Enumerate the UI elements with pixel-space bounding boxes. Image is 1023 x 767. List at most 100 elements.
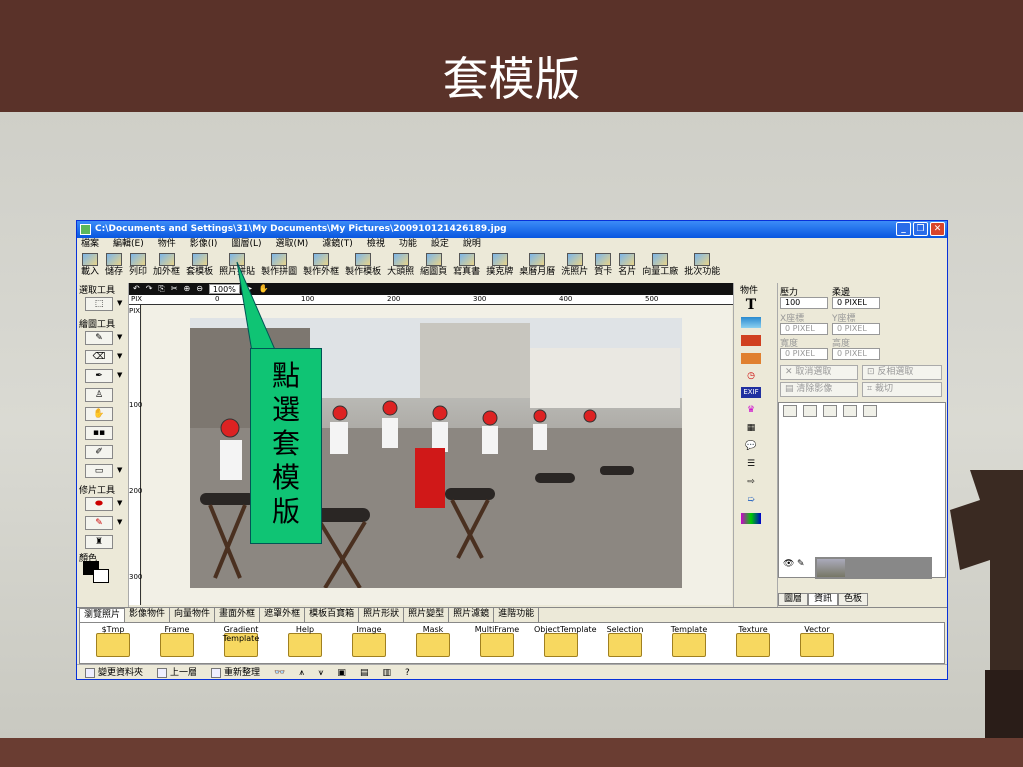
print-button[interactable]: 列印 — [129, 251, 147, 281]
refresh-button[interactable]: 重新整理 — [211, 665, 260, 679]
chevron-down-icon[interactable]: ▼ — [117, 518, 122, 526]
help-button[interactable]: ? — [405, 665, 410, 679]
folder-item[interactable]: Image — [342, 625, 396, 661]
image-canvas[interactable] — [142, 305, 732, 605]
menu-select[interactable]: 選取(M) — [275, 238, 308, 251]
thumbnail-view-icon[interactable]: ▣ — [337, 665, 346, 679]
tab-browse-photos[interactable]: 瀏覽照片 — [79, 608, 126, 622]
view-mode-icon[interactable]: 👓 — [274, 665, 285, 679]
y-coord-spinner[interactable]: 0 PIXEL — [832, 323, 880, 335]
marquee-tool[interactable]: ⬚ — [85, 297, 113, 311]
tab-photo-transform[interactable]: 照片變型 — [404, 608, 450, 622]
shape-tool[interactable]: ▭ — [85, 464, 113, 478]
tab-layers[interactable]: 圖層 — [778, 593, 809, 606]
redo-icon[interactable]: ↷ — [146, 283, 153, 295]
restore-button[interactable]: ❐ — [913, 222, 928, 236]
detail-view-icon[interactable]: ▥ — [382, 665, 391, 679]
up-level-button[interactable]: 上一層 — [157, 665, 197, 679]
menu-settings[interactable]: 設定 — [431, 238, 449, 251]
vector-factory-button[interactable]: 向量工廠 — [642, 251, 678, 281]
layer-settings-icon[interactable] — [863, 405, 877, 417]
id-photo-button[interactable]: 大頭照 — [387, 251, 414, 281]
monitor-icon[interactable] — [843, 405, 857, 417]
new-layer-icon[interactable] — [783, 405, 797, 417]
photo-book-button[interactable]: 寫真書 — [453, 251, 480, 281]
business-card-button[interactable]: 名片 — [618, 251, 636, 281]
arrow-shape-icon[interactable]: ➯ — [741, 495, 761, 506]
chevron-down-icon[interactable]: ▼ — [117, 371, 122, 379]
folder-item[interactable]: Help — [278, 625, 332, 661]
menu-help[interactable]: 說明 — [463, 238, 481, 251]
arrow-icon[interactable]: ➤ — [246, 283, 253, 295]
red-eye-tool[interactable]: ⬬ — [85, 497, 113, 511]
menu-file[interactable]: 檔案 — [81, 238, 99, 251]
menu-function[interactable]: 功能 — [399, 238, 417, 251]
retouch-brush-tool[interactable]: ✎ — [85, 516, 113, 530]
add-frame-button[interactable]: 加外框 — [153, 251, 180, 281]
zoom-in-icon[interactable]: ⊕ — [184, 283, 191, 295]
photo-collage-button[interactable]: 照片拼貼 — [219, 251, 255, 281]
tab-swatches[interactable]: 色板 — [838, 593, 869, 606]
tab-photo-filters[interactable]: 照片濾鏡 — [449, 608, 495, 622]
zoom-level[interactable]: 100% — [208, 284, 240, 294]
arrow-right-icon[interactable]: ⇨ — [741, 477, 761, 488]
pressure-spinner[interactable]: 100 — [780, 297, 828, 309]
menu-edit[interactable]: 編輯(E) — [113, 238, 144, 251]
height-spinner[interactable]: 0 PIXEL — [832, 348, 880, 360]
stamp-tool[interactable]: ♙ — [85, 388, 113, 402]
hand-tool[interactable]: ✋ — [85, 407, 113, 421]
sort-desc-icon[interactable]: ⩛ — [318, 665, 323, 679]
pattern-icon[interactable] — [741, 513, 761, 524]
menu-view[interactable]: 檢視 — [367, 238, 385, 251]
poker-card-button[interactable]: 撲克牌 — [486, 251, 513, 281]
tab-template-treasure[interactable]: 模板百寶箱 — [305, 608, 360, 622]
sort-asc-icon[interactable]: ⩚ — [299, 665, 304, 679]
layer-row[interactable] — [815, 557, 932, 579]
crop-button[interactable]: ⌗ 裁切 — [862, 382, 942, 397]
soft-edge-spinner[interactable]: 0 PIXEL — [832, 297, 880, 309]
exif-icon[interactable]: EXIF — [741, 387, 761, 398]
folder-item[interactable]: Texture — [726, 625, 780, 661]
thumbnail-page-button[interactable]: 縮圖頁 — [420, 251, 447, 281]
eyedropper-tool[interactable]: ✐ — [85, 445, 113, 459]
folder-item[interactable]: Vector — [790, 625, 844, 661]
clock-icon[interactable]: ◷ — [741, 371, 761, 382]
clone-tool[interactable]: ♜ — [85, 535, 113, 549]
dots-tool[interactable]: ▪▪ — [85, 426, 113, 440]
close-button[interactable]: ✕ — [930, 222, 945, 236]
fill-object-icon[interactable] — [741, 335, 761, 346]
folder-item[interactable]: Frame — [150, 625, 204, 661]
folder-item[interactable]: $Tmp — [86, 625, 140, 661]
background-color-swatch[interactable] — [93, 569, 109, 583]
greeting-card-button[interactable]: 賀卡 — [594, 251, 612, 281]
folder-item[interactable]: Mask — [406, 625, 460, 661]
menu-object[interactable]: 物件 — [158, 238, 176, 251]
width-spinner[interactable]: 0 PIXEL — [780, 348, 828, 360]
folder-item[interactable]: ObjectTemplate — [534, 625, 597, 661]
make-template-button[interactable]: 製作模板 — [345, 251, 381, 281]
tab-info[interactable]: 資訊 — [808, 593, 839, 606]
batch-button[interactable]: 批次功能 — [684, 251, 720, 281]
chevron-down-icon[interactable]: ▼ — [117, 299, 122, 307]
calendar-button[interactable]: 桌曆月曆 — [519, 251, 555, 281]
folder-item[interactable]: Template — [662, 625, 716, 661]
folder-item[interactable]: Gradient Template — [214, 625, 268, 661]
tab-screen-frames[interactable]: 畫面外框 — [215, 608, 261, 622]
undo-icon[interactable]: ↶ — [133, 283, 140, 295]
eraser-tool[interactable]: ⌫ — [85, 350, 113, 364]
eye-icon[interactable]: 👁 — [783, 559, 794, 569]
menu-image[interactable]: 影像(I) — [190, 238, 218, 251]
x-coord-spinner[interactable]: 0 PIXEL — [780, 323, 828, 335]
minimize-button[interactable]: _ — [896, 222, 911, 236]
chevron-down-icon[interactable]: ▼ — [117, 352, 122, 360]
speech-bubble-icon[interactable]: 💬 — [741, 441, 761, 452]
zoom-out-icon[interactable]: ⊖ — [196, 283, 203, 295]
menu-layer[interactable]: 圖層(L) — [231, 238, 261, 251]
tab-vector-objects[interactable]: 向量物件 — [170, 608, 216, 622]
hand-icon[interactable]: ✋ — [259, 283, 269, 295]
table-icon[interactable]: ▦ — [741, 423, 761, 434]
invert-selection-button[interactable]: ⊡ 反相選取 — [862, 365, 942, 380]
make-frame-button[interactable]: 製作外框 — [303, 251, 339, 281]
text-object-icon[interactable]: T — [741, 297, 761, 313]
lines-icon[interactable]: ☰ — [741, 459, 761, 470]
